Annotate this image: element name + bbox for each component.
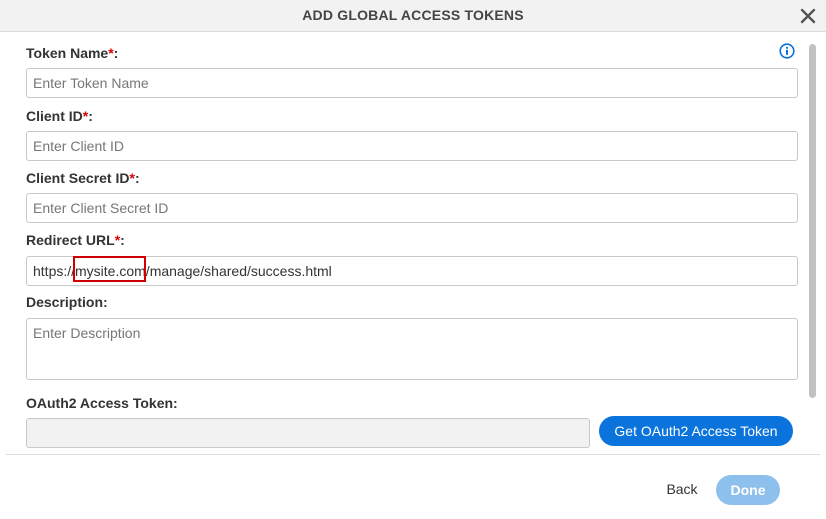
- token-name-label: Token Name*:: [26, 45, 119, 61]
- client-id-input[interactable]: [26, 131, 798, 161]
- oauth2-token-label: OAuth2 Access Token:: [26, 395, 178, 411]
- done-button[interactable]: Done: [716, 475, 780, 505]
- redirect-url-label: Redirect URL*:: [26, 232, 125, 248]
- client-id-label: Client ID*:: [26, 108, 93, 124]
- scrollbar-thumb[interactable]: [809, 44, 816, 398]
- redirect-url-input[interactable]: [26, 256, 798, 286]
- footer-divider: [6, 454, 820, 455]
- dialog-title: ADD GLOBAL ACCESS TOKENS: [302, 7, 524, 23]
- client-secret-id-label: Client Secret ID*:: [26, 170, 140, 186]
- dialog-header: ADD GLOBAL ACCESS TOKENS: [0, 0, 826, 32]
- description-label: Description:: [26, 294, 108, 310]
- oauth2-token-input[interactable]: [26, 418, 590, 448]
- token-name-input[interactable]: [26, 68, 798, 98]
- info-icon[interactable]: [779, 43, 795, 59]
- description-textarea[interactable]: [26, 318, 798, 380]
- close-icon[interactable]: [800, 8, 816, 24]
- back-button[interactable]: Back: [657, 476, 707, 502]
- get-oauth2-token-button[interactable]: Get OAuth2 Access Token: [599, 416, 793, 446]
- client-secret-id-input[interactable]: [26, 193, 798, 223]
